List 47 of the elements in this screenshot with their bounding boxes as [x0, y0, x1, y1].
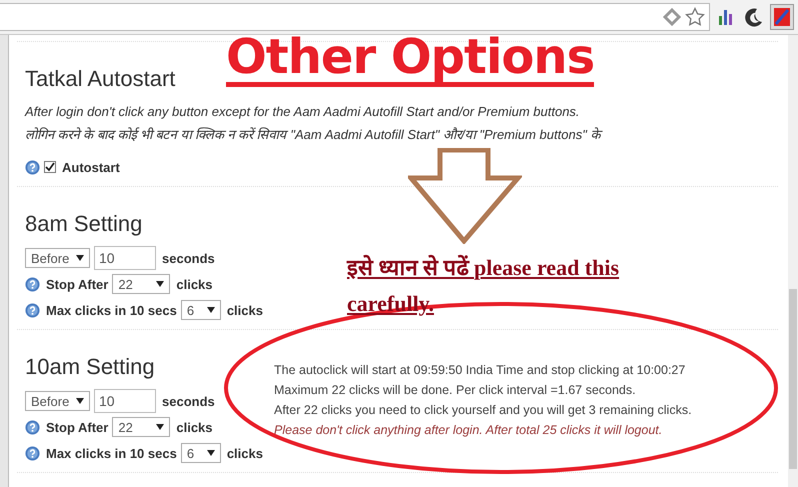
section-heading: Tatkal Autostart — [25, 66, 176, 92]
star-icon[interactable] — [685, 7, 705, 27]
caret-icon — [206, 307, 215, 313]
seconds-label: seconds — [162, 394, 215, 408]
extension-icon[interactable] — [770, 4, 794, 30]
help-icon[interactable] — [25, 302, 40, 318]
max-clicks-select[interactable]: 6 — [180, 300, 221, 320]
help-icon[interactable] — [25, 160, 40, 174]
seconds-input[interactable]: 10 — [94, 246, 156, 270]
instruction-text: लोगिन करने के बाद कोई भी बटन या क्लिक न करें सिवाय "Aam Aadmi Autofill Start" और/या "Premium buttons" के — [25, 125, 788, 144]
caret-icon — [206, 450, 215, 456]
autostart-label: Autostart — [62, 160, 120, 174]
caret-icon — [76, 398, 84, 404]
scrollbar-thumb[interactable] — [789, 289, 797, 469]
autostart-checkbox[interactable] — [44, 161, 56, 173]
info-text: Maximum 22 clicks will be done. Per click interval =1.67 seconds. — [274, 382, 637, 399]
seconds-input[interactable]: 10 — [94, 389, 156, 413]
info-text: The autoclick will start at 09:59:50 India Time and stop clicking at 10:00:27 — [274, 362, 686, 379]
annotation-title: Other Options — [226, 32, 594, 87]
section-heading: 8am Setting — [25, 211, 144, 237]
help-icon[interactable] — [25, 446, 40, 460]
clicks-label: clicks — [176, 276, 213, 292]
info-text: After 22 clicks you need to click yourself and you will get 3 remaining clicks. — [274, 402, 693, 419]
help-icon[interactable] — [25, 420, 40, 434]
stop-after-label: Stop After — [46, 276, 108, 292]
section-heading: 10am Setting — [25, 354, 156, 380]
clicks-label: clicks — [226, 446, 263, 460]
caret-icon — [156, 424, 164, 430]
clicks-label: clicks — [176, 420, 213, 434]
moon-icon[interactable] — [742, 6, 764, 28]
instruction-text: After login don't click any button except for the Aam Aadmi Autofill Start and/or Premium buttons. — [25, 103, 581, 121]
timing-select[interactable]: Before — [25, 391, 90, 411]
timing-select[interactable]: Before — [25, 248, 90, 268]
diamond-icon[interactable] — [663, 8, 681, 26]
seconds-label: seconds — [162, 250, 215, 266]
warning-text: Please don't click anything after login. After total 25 clicks it will logout. — [274, 422, 664, 439]
stop-after-label: Stop After — [46, 420, 108, 434]
max-clicks-label: Max clicks in 10 secs — [46, 302, 177, 318]
caret-icon — [76, 255, 84, 261]
max-clicks-select[interactable]: 6 — [180, 443, 221, 463]
caret-icon — [156, 281, 164, 287]
annotation-note: इसे ध्यान से पढें please read this carefully. — [347, 254, 620, 318]
stop-after-select[interactable]: 22 — [112, 274, 170, 294]
clicks-label: clicks — [226, 302, 263, 318]
max-clicks-label: Max clicks in 10 secs — [46, 446, 177, 460]
stop-after-select[interactable]: 22 — [112, 417, 170, 437]
help-icon[interactable] — [25, 276, 40, 292]
